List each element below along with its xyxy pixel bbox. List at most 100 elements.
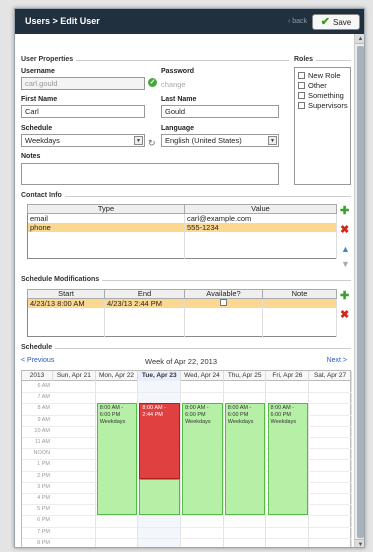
table-row[interactable]: email carl@example.com <box>27 213 337 223</box>
role-item[interactable]: Something <box>298 91 344 100</box>
event-text: 8:00 AM - <box>142 405 166 412</box>
day-header: Wed, Apr 24 <box>181 371 224 381</box>
column-header-value[interactable]: Value <box>184 204 337 214</box>
event-text: Weekdays <box>185 419 211 426</box>
event-text: 8:00 AM - <box>185 405 209 412</box>
hour-label: 6 AM <box>37 383 50 389</box>
username-field[interactable]: carl.gould <box>21 77 145 90</box>
hour-gridline <box>22 392 352 394</box>
chevron-down-icon: ▼ <box>268 136 277 145</box>
vertical-scrollbar[interactable]: ▲ ▼ <box>354 34 364 547</box>
notes-field[interactable] <box>21 163 279 185</box>
hour-label: 8 PM <box>37 539 50 546</box>
refresh-icon[interactable]: ↻ <box>148 138 156 149</box>
role-checkbox[interactable] <box>298 92 305 99</box>
move-up-icon[interactable]: ▲ <box>341 244 350 255</box>
language-label: Language <box>161 125 195 132</box>
calendar-grid[interactable]: 6 AM 7 AM 8 AM 9 AM 10 AM 11 AM NOON 1 PM 2 PM 3 … <box>21 381 352 547</box>
available-checkbox[interactable] <box>220 299 227 306</box>
page-title: Users > Edit User <box>25 16 100 26</box>
hour-label: NOON <box>33 450 51 457</box>
add-contact-icon[interactable]: ✚ <box>340 206 349 217</box>
content-area: User Properties Username carl.gould ✓ Pa… <box>15 34 353 547</box>
hour-gridline <box>22 537 352 539</box>
roles-list: New Role Other Something Supervisors <box>294 67 351 185</box>
delete-modification-icon[interactable]: ✖ <box>340 310 349 321</box>
role-checkbox[interactable] <box>298 102 305 109</box>
contact-table: Type Value email carl@example.com phone … <box>27 204 337 259</box>
schedule-event[interactable]: 8:00 AM -6:00 PM Weekdays <box>182 403 223 516</box>
previous-week-link[interactable]: < Previous <box>21 357 54 364</box>
event-text: 6:00 PM <box>270 412 291 419</box>
table-row[interactable]: phone 555-1234 <box>27 223 337 232</box>
calendar-day-header: 2013 Sun, Apr 21 Mon, Apr 22 Tue, Apr 23 We… <box>21 370 352 381</box>
column-header-note[interactable]: Note <box>262 289 337 299</box>
column-header-type[interactable]: Type <box>27 204 185 214</box>
mod-note-cell[interactable] <box>262 298 337 308</box>
day-header: Thu, Apr 25 <box>224 371 267 381</box>
scrollbar-thumb[interactable] <box>357 46 364 538</box>
scroll-down-icon[interactable]: ▼ <box>355 539 364 547</box>
role-item[interactable]: Supervisors <box>298 101 348 110</box>
contact-value-cell[interactable]: carl@example.com <box>184 213 337 223</box>
column-header-start[interactable]: Start <box>27 289 105 299</box>
role-label: New Role <box>308 71 341 80</box>
language-select-value: English (United States) <box>165 136 242 145</box>
change-password-link[interactable]: change <box>161 80 186 89</box>
event-text: Weekdays <box>99 419 126 426</box>
schedule-event[interactable] <box>139 478 181 516</box>
save-button[interactable]: ✔ Save <box>312 14 360 30</box>
next-week-link[interactable]: Next > <box>327 357 347 364</box>
hour-gridline <box>22 526 352 528</box>
schedule-mods-table: Start End Available? Note 4/23/13 8:00 A… <box>27 289 337 337</box>
event-text: Weekdays <box>270 419 297 426</box>
schedule-label: Schedule <box>21 125 53 132</box>
role-item[interactable]: Other <box>298 81 327 90</box>
contact-type-cell[interactable]: email <box>27 213 185 223</box>
user-properties-title: User Properties <box>21 56 77 63</box>
move-down-icon[interactable]: ▼ <box>341 259 350 270</box>
day-header: Sat, Apr 27 <box>309 371 352 381</box>
schedule-event[interactable]: 8:00 AM -6:00 PM Weekdays <box>96 403 138 516</box>
last-name-field[interactable]: Gould <box>161 105 279 118</box>
role-item[interactable]: New Role <box>298 71 341 80</box>
add-modification-icon[interactable]: ✚ <box>340 291 349 302</box>
column-header-available[interactable]: Available? <box>184 289 263 299</box>
username-label: Username <box>21 68 55 75</box>
event-text: 8:00 AM - <box>270 405 295 412</box>
hour-label: 8 AM <box>37 405 50 412</box>
role-label: Something <box>308 91 344 100</box>
day-header: Sun, Apr 21 <box>53 371 96 381</box>
delete-contact-icon[interactable]: ✖ <box>340 225 349 236</box>
role-checkbox[interactable] <box>298 82 305 89</box>
table-row[interactable]: 4/23/13 8:00 AM 4/23/13 2:44 PM <box>27 298 337 308</box>
role-checkbox[interactable] <box>298 72 305 79</box>
hour-gridline <box>22 515 352 517</box>
schedule-event[interactable]: 8:00 AM -6:00 PM Weekdays <box>267 403 309 516</box>
hour-label: 2 PM <box>37 472 50 479</box>
contact-type-cell[interactable]: phone <box>27 223 185 232</box>
language-select[interactable]: English (United States) ▼ <box>161 134 279 147</box>
mod-end-cell[interactable]: 4/23/13 2:44 PM <box>104 298 185 308</box>
event-text: Weekdays <box>227 419 254 426</box>
column-header-end[interactable]: End <box>104 289 185 299</box>
schedule-select[interactable]: Weekdays ▼ <box>21 134 145 147</box>
scroll-up-icon[interactable]: ▲ <box>355 34 364 44</box>
schedule-event[interactable]: 8:00 AM -6:00 PM Weekdays <box>224 403 266 516</box>
save-button-label: Save <box>332 17 352 27</box>
mod-available-cell[interactable] <box>184 298 263 308</box>
contact-info-title: Contact Info <box>21 192 65 199</box>
schedule-select-value: Weekdays <box>25 136 60 145</box>
last-name-label: Last Name <box>161 96 197 103</box>
schedule-event[interactable]: 8:00 AM -2:44 PM <box>139 403 181 479</box>
day-column[interactable] <box>53 381 96 547</box>
notes-label: Notes <box>21 153 41 160</box>
day-header: Tue, Apr 23 <box>138 371 182 381</box>
day-column[interactable] <box>309 381 352 547</box>
contact-value-cell[interactable]: 555-1234 <box>184 223 337 232</box>
event-text: 8:00 AM - <box>227 405 252 412</box>
back-link[interactable]: ‹ back <box>288 18 307 25</box>
first-name-field[interactable]: Carl <box>21 105 145 118</box>
week-label: Week of Apr 22, 2013 <box>145 357 217 366</box>
mod-start-cell[interactable]: 4/23/13 8:00 AM <box>27 298 105 308</box>
